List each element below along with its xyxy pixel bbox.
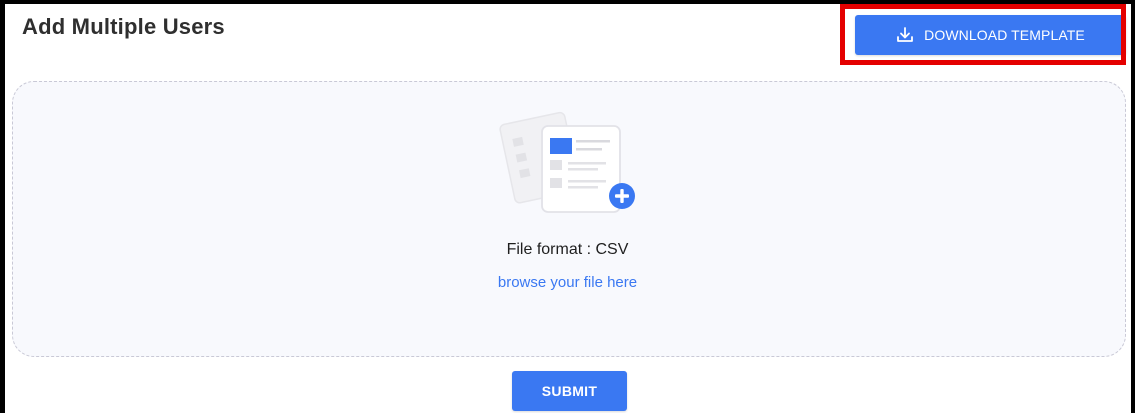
highlight-annotation — [840, 4, 1126, 65]
submit-button[interactable]: SUBMIT — [512, 371, 627, 411]
page-title: Add Multiple Users — [22, 14, 225, 39]
browse-file-link[interactable]: browse your file here — [0, 274, 1135, 291]
file-add-icon — [498, 104, 644, 214]
file-format-label: File format : CSV — [506, 241, 629, 258]
